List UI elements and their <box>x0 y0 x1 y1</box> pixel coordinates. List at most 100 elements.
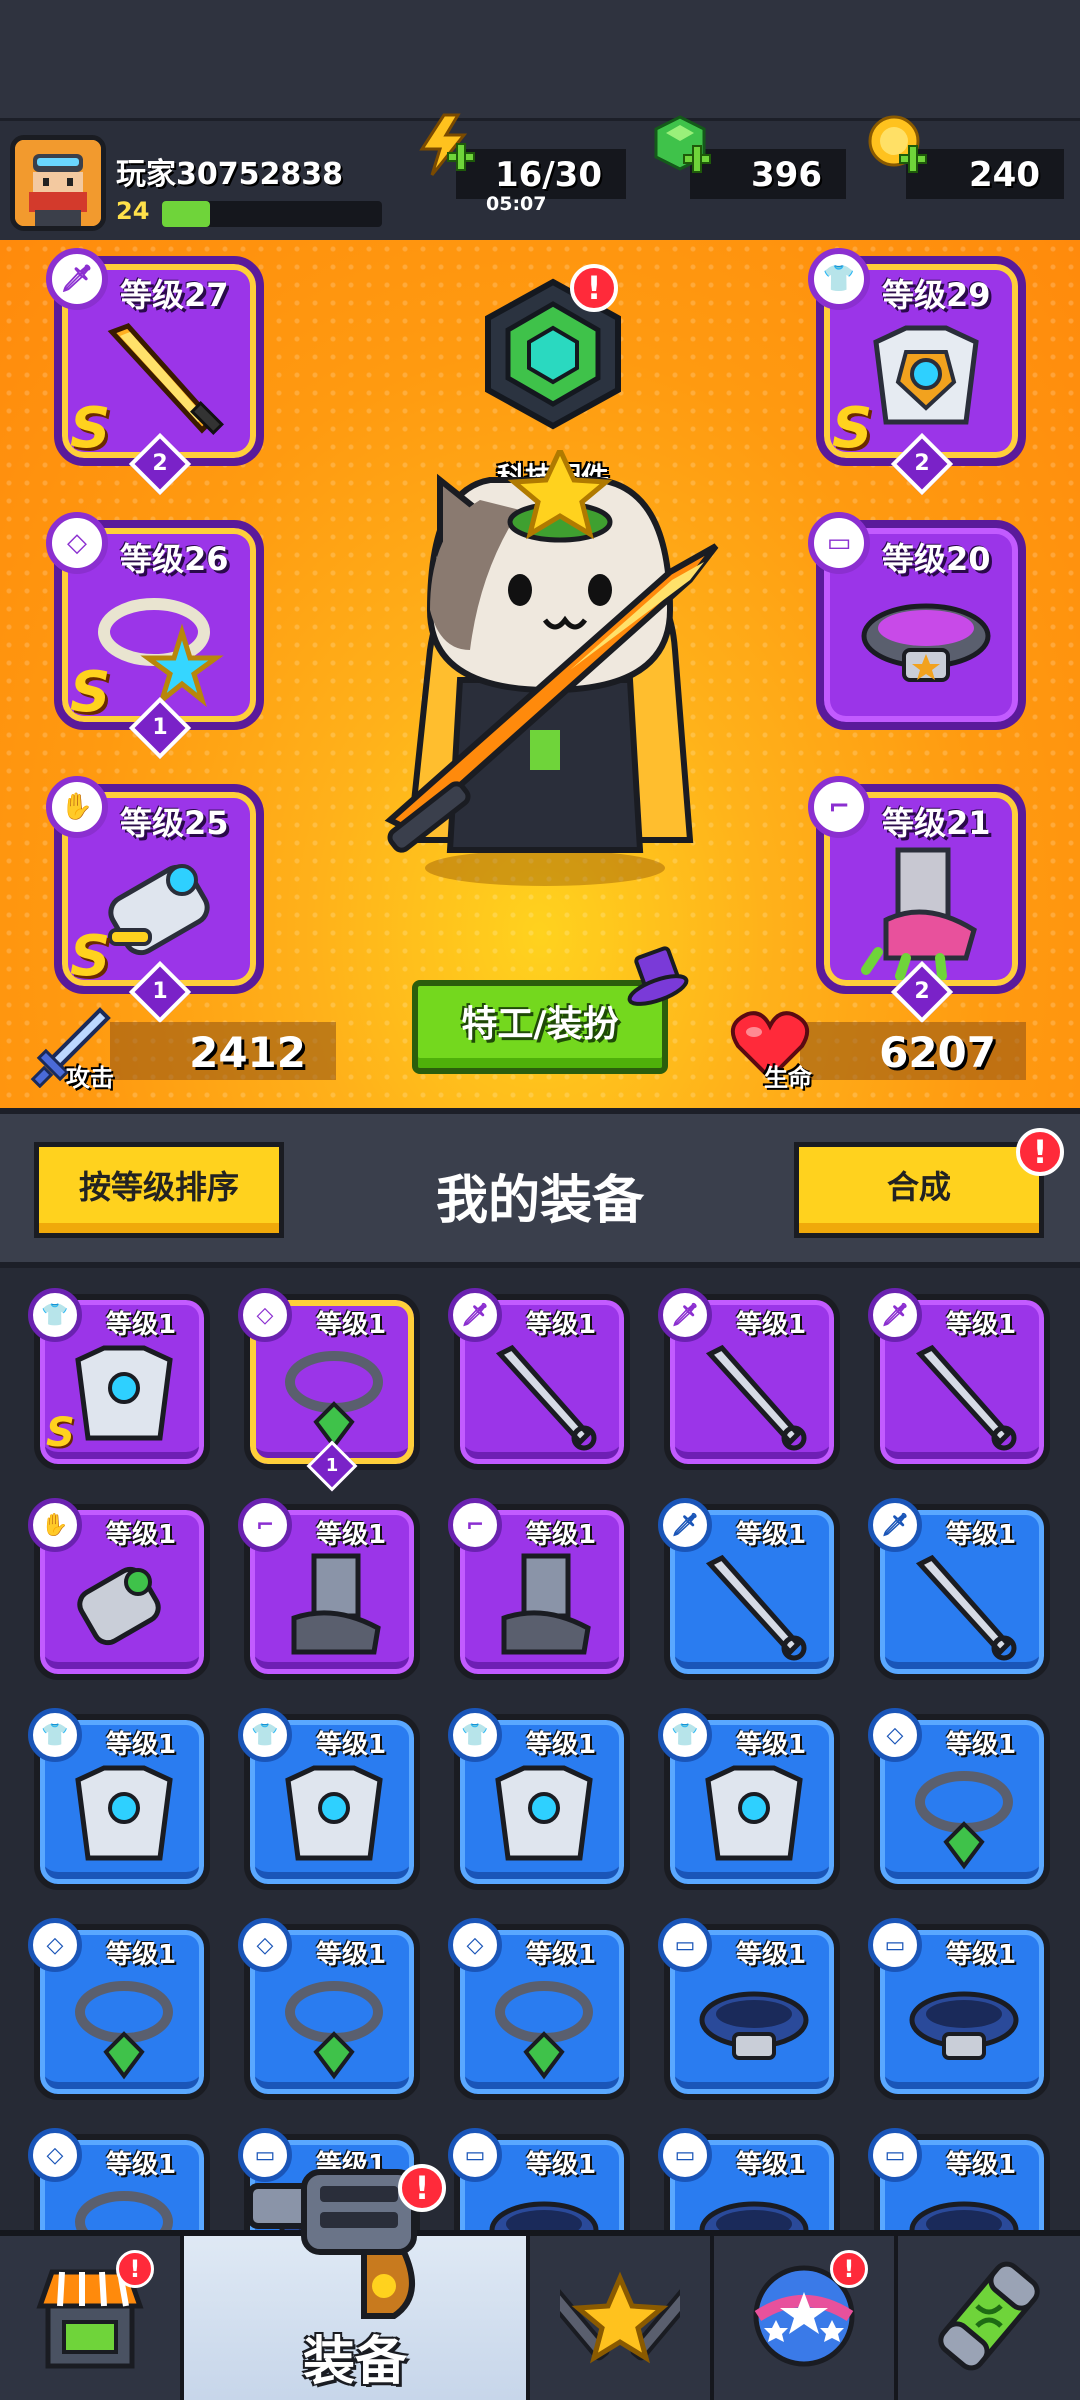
inventory-item[interactable]: 👕 等级1 <box>658 1708 840 1890</box>
nav-tab-battle[interactable] <box>530 2236 714 2400</box>
item-level: 等级1 <box>106 1940 177 1970</box>
inventory-item[interactable]: 👕 等级1 <box>448 1708 630 1890</box>
talent-alert-badge: ! <box>830 2250 868 2288</box>
status-bar <box>0 0 1080 118</box>
equipped-glove-slot[interactable]: ✋ 等级25 S 1 <box>46 776 264 1024</box>
item-level: 等级1 <box>526 1310 597 1340</box>
xp-fill <box>162 201 211 227</box>
inventory-item[interactable]: 👕 等级1 <box>28 1708 210 1890</box>
inventory-item[interactable]: ◇ 等级1 1 <box>238 1288 420 1492</box>
inventory-item[interactable]: 🗡 等级1 <box>658 1498 840 1680</box>
glove-slot-icon: ✋ <box>46 776 108 838</box>
sneaker-boots-icon <box>501 1553 591 1655</box>
inventory-item[interactable]: ▭ 等级1 <box>868 2128 1050 2230</box>
inventory-item[interactable]: ◇ 等级1 <box>238 1918 420 2100</box>
lightning-necklace-icon <box>75 1981 173 2080</box>
equipped-weapon-slot[interactable]: 🗡 等级27 S 2 <box>46 248 264 496</box>
shop-alert-badge: ! <box>116 2250 154 2288</box>
inventory-item[interactable]: 🗡 等级1 <box>658 1288 840 1470</box>
top-bar: 玩家30752838 24 16/30 05:07 396 240 <box>0 113 1080 240</box>
equipped-boots-slot[interactable]: ⌐ 等级21 2 <box>808 776 1026 1024</box>
green-gem-necklace-icon <box>495 1981 593 2080</box>
necklace-slot-icon: ◇ <box>238 1918 292 1972</box>
equipped-necklace-slot[interactable]: ◇ 等级26 S 1 <box>46 512 264 760</box>
weapon-level: 等级27 <box>120 276 229 314</box>
nav-tab-equipment[interactable]: 装备 ! <box>184 2164 530 2400</box>
inventory-item[interactable]: ⌐ 等级1 <box>448 1498 630 1680</box>
equipped-armor-slot[interactable]: 👕 等级29 S 2 <box>808 248 1026 496</box>
item-level: 等级1 <box>526 1520 597 1550</box>
green-gem-plus-icon[interactable] <box>650 113 716 179</box>
revolver-icon <box>915 1554 1017 1661</box>
weapon-slot-icon: 🗡 <box>868 1498 922 1552</box>
glove-slot-icon: ✋ <box>28 1498 82 1552</box>
player-name: 玩家30752838 <box>116 157 343 192</box>
boots-level: 等级21 <box>882 804 991 842</box>
necklace-slot-icon: ◇ <box>238 1288 292 1342</box>
equipment-alert-badge: ! <box>398 2164 446 2212</box>
item-level: 等级1 <box>526 2150 597 2180</box>
armor-slot-icon: 👕 <box>238 1708 292 1762</box>
crossed-swords-star-icon <box>560 2271 680 2364</box>
inventory-header: 按等级排序 我的装备 合成 ! <box>0 1108 1080 1268</box>
lightning-plus-icon[interactable] <box>414 113 480 179</box>
rope-necklace-icon <box>75 2191 173 2230</box>
belt-slot-icon: ▭ <box>808 512 870 574</box>
armor-slot-icon: 👕 <box>448 1708 502 1762</box>
inventory-item[interactable]: ◇ 等级1 <box>28 2128 210 2230</box>
sort-by-level-button[interactable]: 按等级排序 <box>34 1142 284 1238</box>
inventory-item[interactable]: ▭ 等级1 <box>658 1918 840 2100</box>
hero-panel: 🗡 等级27 S 2 ◇ 等级26 S 1 ✋ 等级25 S 1 👕 等级29 … <box>0 240 1080 1108</box>
kunai-icon <box>705 1554 807 1661</box>
avatar[interactable] <box>10 135 106 231</box>
inventory-item[interactable]: ▭ 等级1 <box>868 1918 1050 2100</box>
armor-rank: S <box>832 396 873 461</box>
nav-tab-lab[interactable] <box>898 2236 1080 2400</box>
boots-slot-icon: ⌐ <box>808 776 870 838</box>
item-level: 等级1 <box>946 1520 1017 1550</box>
merge-button[interactable]: 合成 <box>794 1142 1044 1238</box>
necklace-level: 等级26 <box>120 540 229 578</box>
merge-alert-badge: ! <box>1016 1128 1064 1176</box>
energy-counter[interactable]: 16/30 <box>456 149 626 199</box>
blue-belt-icon <box>699 1991 809 2060</box>
nav-tab-talent[interactable]: ! <box>714 2236 898 2400</box>
belt-slot-icon: ▭ <box>868 1918 922 1972</box>
inventory-item[interactable]: ◇ 等级1 <box>448 1918 630 2100</box>
bottom-navigation: ! 装备 ! ! <box>0 2164 1080 2400</box>
boots-slot-icon: ⌐ <box>238 1498 292 1552</box>
tech-part-alert-badge: ! <box>570 264 618 312</box>
star-ring-necklace-icon <box>98 598 224 708</box>
mech-armor-icon <box>75 1345 173 1441</box>
item-level: 等级1 <box>106 1520 177 1550</box>
inventory-item[interactable]: 🗡 等级1 <box>868 1288 1050 1470</box>
steel-boots-icon <box>291 1553 381 1655</box>
claw-boots-icon <box>861 847 977 980</box>
star-belt-icon <box>861 603 991 682</box>
inventory-grid: 👕 等级1 S ◇ 等级1 1 🗡 等级1 🗡 等级1 🗡 等级1 ✋ 等级1 ⌐ 等级1 ⌐ 等级1 🗡 等级1 🗡 等… <box>0 1268 1080 2230</box>
inventory-item[interactable]: ▭ 等级1 <box>658 2128 840 2230</box>
nav-equipment-label: 装备 <box>302 2332 407 2392</box>
weapon-slot-icon: 🗡 <box>868 1288 922 1342</box>
inventory-item[interactable]: 🗡 等级1 <box>868 1498 1050 1680</box>
inventory-item[interactable]: ◇ 等级1 <box>28 1918 210 2100</box>
belt-slot-icon: ▭ <box>868 2128 922 2182</box>
armor-slot-icon: 👕 <box>28 1708 82 1762</box>
blue-belt-icon <box>909 1991 1019 2060</box>
necklace-slot-icon: ◇ <box>448 1918 502 1972</box>
inventory-item[interactable]: 🗡 等级1 <box>448 1288 630 1470</box>
attack-stat: 2412 <box>110 1022 336 1080</box>
nav-tab-shop[interactable]: ! <box>0 2236 184 2400</box>
armor-slot-icon: 👕 <box>28 1288 82 1342</box>
boots-slot-icon: ⌐ <box>448 1498 502 1552</box>
equipped-belt-slot[interactable]: ▭ 等级20 <box>808 512 1026 730</box>
inventory-item[interactable]: ⌐ 等级1 <box>238 1498 420 1680</box>
red-belt-icon <box>489 2201 599 2230</box>
inventory-item[interactable]: ◇ 等级1 <box>868 1708 1050 1890</box>
top-hat-icon <box>627 946 689 1006</box>
inventory-item[interactable]: 👕 等级1 <box>238 1708 420 1890</box>
gold-coin-plus-icon[interactable] <box>866 113 932 179</box>
inventory-item[interactable]: 👕 等级1 S <box>28 1288 210 1470</box>
inventory-item[interactable]: ✋ 等级1 <box>28 1498 210 1680</box>
inventory-item[interactable]: ▭ 等级1 <box>448 2128 630 2230</box>
